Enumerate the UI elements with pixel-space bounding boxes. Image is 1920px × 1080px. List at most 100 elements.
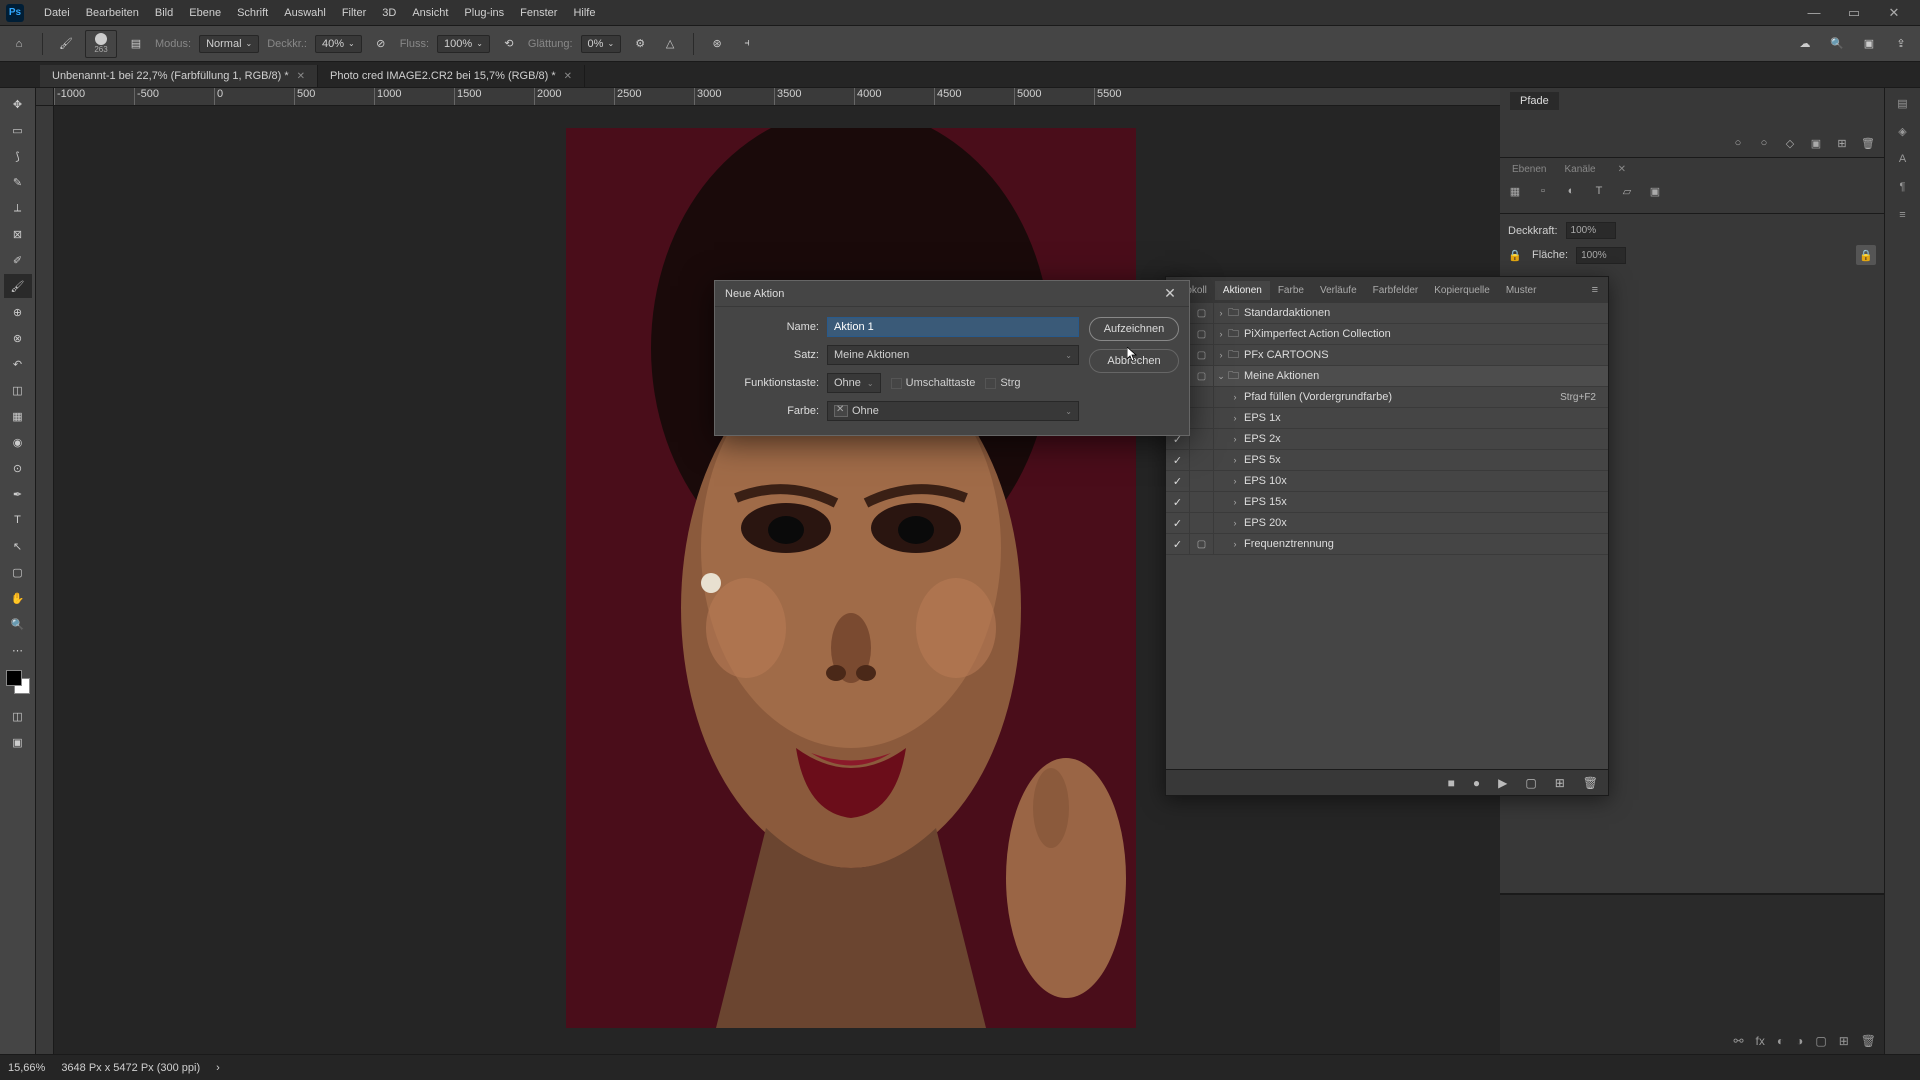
pressure-size-icon[interactable]: ⊛	[706, 33, 728, 55]
toggle-dialog[interactable]: ▢	[1190, 345, 1214, 365]
close-icon[interactable]: ✕	[1161, 285, 1179, 303]
menu-view[interactable]: Ansicht	[404, 0, 456, 25]
shift-check[interactable]: Umschalttaste	[891, 377, 976, 389]
more-tools[interactable]: ⋯	[4, 638, 32, 662]
toggle-dialog[interactable]	[1190, 513, 1214, 533]
trash-icon[interactable]: 🗑	[1861, 1034, 1876, 1048]
layers-list[interactable]: ⚯ fx ◐ ◑ ▢ ⊞ 🗑	[1500, 894, 1884, 1054]
toggle-check[interactable]: ✓	[1166, 513, 1190, 533]
airbrush-icon[interactable]: ⟲	[498, 33, 520, 55]
action-row[interactable]: › EPS 1x	[1166, 408, 1608, 429]
path-select-tool[interactable]: ↖	[4, 534, 32, 558]
filter-smart-icon[interactable]: ▣	[1646, 182, 1664, 200]
action-row[interactable]: ✓ › EPS 20x	[1166, 513, 1608, 534]
smoothing-input[interactable]: 0%⌄	[581, 35, 622, 53]
trash-icon[interactable]: 🗑	[1860, 135, 1876, 151]
layers-tab[interactable]: Ebenen	[1504, 161, 1554, 178]
gradient-tool[interactable]: ▦	[4, 404, 32, 428]
mask-icon[interactable]: ▣	[1808, 135, 1824, 151]
expand-icon[interactable]: ›	[1228, 413, 1242, 423]
search-icon[interactable]: 🔍	[1826, 33, 1848, 55]
toggle-dialog[interactable]	[1190, 429, 1214, 449]
menu-edit[interactable]: Bearbeiten	[78, 0, 147, 25]
panel-icon[interactable]: A	[1892, 148, 1914, 170]
zoom-tool[interactable]: 🔍	[4, 612, 32, 636]
panel-icon[interactable]: ¶	[1892, 176, 1914, 198]
panel-icon[interactable]: ▤	[1892, 92, 1914, 114]
toggle-dialog[interactable]	[1190, 492, 1214, 512]
document-tab-2[interactable]: Photo cred IMAGE2.CR2 bei 15,7% (RGB/8) …	[318, 65, 585, 87]
trash-icon[interactable]: 🗑	[1583, 776, 1598, 790]
lasso-tool[interactable]: ⟆	[4, 144, 32, 168]
expand-icon[interactable]: ›	[1228, 392, 1242, 402]
home-icon[interactable]: ⌂	[8, 33, 30, 55]
brush-preset[interactable]: 263	[85, 30, 117, 58]
menu-type[interactable]: Schrift	[229, 0, 276, 25]
expand-icon[interactable]: ›	[1214, 308, 1228, 318]
toggle-dialog[interactable]: ▢	[1190, 324, 1214, 344]
close-icon[interactable]: ✕	[564, 71, 572, 82]
brush-panel-icon[interactable]: ▤	[125, 33, 147, 55]
action-row[interactable]: ✓ › EPS 10x	[1166, 471, 1608, 492]
doc-info[interactable]: 3648 Px x 5472 Px (300 ppi)	[61, 1062, 200, 1074]
toggle-dialog[interactable]	[1190, 408, 1214, 428]
action-row[interactable]: ✓ ▢ › 🗀 PiXimperfect Action Collection	[1166, 324, 1608, 345]
document-tab-1[interactable]: Unbenannt-1 bei 22,7% (Farbfüllung 1, RG…	[40, 65, 318, 87]
layer-opacity-input[interactable]	[1566, 222, 1616, 239]
brush-tool[interactable]: 🖌	[4, 274, 32, 298]
zoom-level[interactable]: 15,66%	[8, 1062, 45, 1074]
window-close[interactable]: ✕	[1874, 0, 1914, 26]
panel-icon[interactable]: ≡	[1892, 204, 1914, 226]
cloud-icon[interactable]: ☁	[1794, 33, 1816, 55]
filter-type-icon[interactable]: T	[1590, 182, 1608, 200]
menu-help[interactable]: Hilfe	[565, 0, 603, 25]
record-icon[interactable]: ●	[1473, 776, 1480, 790]
healing-tool[interactable]: ⊕	[4, 300, 32, 324]
tab-clonesource[interactable]: Kopierquelle	[1426, 281, 1498, 300]
filter-shape-icon[interactable]: ▱	[1618, 182, 1636, 200]
info-arrow-icon[interactable]: ›	[216, 1062, 220, 1074]
eyedropper-tool[interactable]: ✐	[4, 248, 32, 272]
filter-adjust-icon[interactable]: ◐	[1562, 182, 1580, 200]
menu-file[interactable]: Datei	[36, 0, 78, 25]
quick-select-tool[interactable]: ✎	[4, 170, 32, 194]
toggle-dialog[interactable]	[1190, 387, 1214, 407]
quickmask-tool[interactable]: ◫	[4, 704, 32, 728]
channels-tab[interactable]: Kanäle	[1556, 161, 1603, 178]
tab-actions[interactable]: Aktionen	[1215, 281, 1270, 300]
expand-icon[interactable]: ›	[1228, 455, 1242, 465]
menu-plugins[interactable]: Plug-ins	[456, 0, 512, 25]
screenmode-tool[interactable]: ▣	[4, 730, 32, 754]
pressure-opacity-icon[interactable]: ⊘	[370, 33, 392, 55]
lock-icon[interactable]: 🔒	[1508, 249, 1524, 262]
menu-image[interactable]: Bild	[147, 0, 181, 25]
close-icon[interactable]: ✕	[1610, 161, 1634, 178]
lock-button[interactable]: 🔒	[1856, 245, 1876, 265]
vertical-ruler[interactable]	[36, 106, 54, 1054]
workspace-icon[interactable]: ▣	[1858, 33, 1880, 55]
action-row[interactable]: ✓ › EPS 2x	[1166, 429, 1608, 450]
expand-icon[interactable]: ›	[1228, 497, 1242, 507]
tab-swatches[interactable]: Farbfelder	[1365, 281, 1427, 300]
layer-fill-input[interactable]	[1576, 247, 1626, 264]
eraser-tool[interactable]: ◫	[4, 378, 32, 402]
expand-icon[interactable]: ⌄	[1214, 371, 1228, 382]
filter-image-icon[interactable]: ▫	[1534, 182, 1552, 200]
opacity-input[interactable]: 40%⌄	[315, 35, 362, 53]
link-icon[interactable]: ⚯	[1733, 1034, 1743, 1048]
stop-icon[interactable]: ■	[1448, 776, 1455, 790]
horizontal-ruler[interactable]: -1000-5000500100015002000250030003500400…	[54, 88, 1500, 106]
history-brush-tool[interactable]: ↶	[4, 352, 32, 376]
toggle-dialog[interactable]: ▢	[1190, 366, 1214, 386]
expand-icon[interactable]: ›	[1228, 518, 1242, 528]
angle-icon[interactable]: △	[659, 33, 681, 55]
menu-3d[interactable]: 3D	[374, 0, 404, 25]
stamp-tool[interactable]: ⊗	[4, 326, 32, 350]
mask-icon[interactable]: ◐	[1777, 1034, 1784, 1048]
diamond-icon[interactable]: ◇	[1782, 135, 1798, 151]
close-icon[interactable]: ✕	[297, 71, 305, 82]
fkey-select[interactable]: Ohne⌄	[827, 373, 881, 393]
action-row[interactable]: ✓ › EPS 15x	[1166, 492, 1608, 513]
toggle-check[interactable]: ✓	[1166, 450, 1190, 470]
brush-tool-icon[interactable]: 🖌	[55, 33, 77, 55]
